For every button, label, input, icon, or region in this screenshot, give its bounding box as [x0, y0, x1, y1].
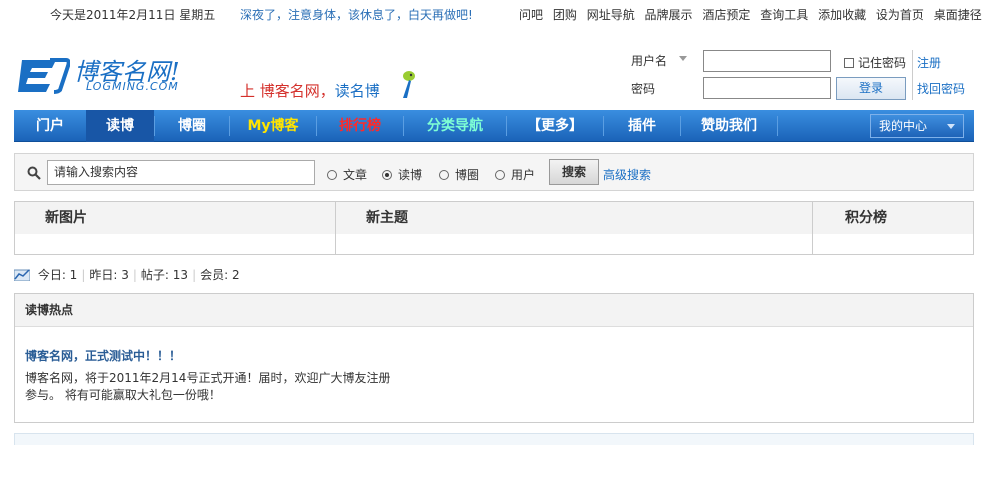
username-dropdown-icon[interactable] — [679, 56, 687, 61]
content-columns: 新图片 新主题 积分榜 — [14, 201, 974, 255]
search-option-label: 用户 — [511, 168, 536, 182]
nav-item-label: 读博 — [106, 118, 134, 134]
search-button[interactable]: 搜索 — [549, 159, 599, 185]
username-input[interactable] — [703, 50, 831, 72]
nav-item-label: 博圈 — [178, 118, 206, 134]
nav-item-category[interactable]: 分类导航 — [404, 110, 506, 142]
forgot-password-link[interactable]: 找回密码 — [917, 80, 965, 97]
login-divider — [912, 50, 913, 100]
site-stats: 今日: 1 | 昨日: 3 | 帖子: 13 | 会员: 2 — [14, 266, 240, 283]
search-option-article[interactable]: 文章 — [327, 166, 367, 183]
nav-item-more[interactable]: 【更多】 — [507, 110, 603, 142]
search-option-label: 文章 — [343, 168, 368, 182]
nav-item-my-blog[interactable]: My博客 — [230, 110, 316, 142]
bottom-panel — [14, 433, 974, 445]
top-link-tuangou[interactable]: 团购 — [553, 8, 577, 22]
header-tagline: 上 博客名网，读名博 — [240, 80, 380, 101]
hot-topics-panel: 读博热点 博客名网，正式测试中！！！ 博客名网，将于2011年2月14号正式开通… — [14, 293, 974, 423]
login-button[interactable]: 登录 — [836, 77, 906, 100]
nav-item-plugins[interactable]: 插件 — [604, 110, 680, 142]
stat-separator: | — [192, 268, 197, 282]
hot-topics-header: 读博热点 — [15, 294, 973, 327]
top-link-shoucang[interactable]: 添加收藏 — [818, 8, 866, 22]
nav-item-label: 门户 — [36, 118, 64, 134]
search-option-label: 读博 — [398, 168, 423, 182]
search-option-label: 博圈 — [455, 168, 480, 182]
radio-icon[interactable] — [495, 170, 505, 180]
stat-separator: | — [81, 268, 86, 282]
top-link-wenba[interactable]: 问吧 — [519, 8, 543, 22]
my-center-dropdown[interactable]: 我的中心 — [870, 114, 964, 138]
hot-body-line: 参与。 将有可能赢取大礼包一份哦！ — [25, 388, 221, 402]
nav-item-boquan[interactable]: 博圈 — [155, 110, 229, 142]
top-link-shouye[interactable]: 设为首页 — [876, 8, 924, 22]
tagline-prefix: 上 — [240, 82, 260, 100]
search-bar: 请输入搜索内容 文章 读博 博圈 用户 搜索 高级搜索 — [14, 153, 974, 191]
nav-item-portal[interactable]: 门户 — [14, 110, 86, 142]
search-option-dubo[interactable]: 读博 — [382, 166, 422, 183]
radio-selected-icon[interactable] — [382, 170, 392, 180]
password-input[interactable] — [703, 77, 831, 99]
chevron-down-icon — [947, 124, 955, 129]
nav-item-label: My博客 — [247, 118, 299, 134]
hot-topic-body: 博客名网，将于2011年2月14号正式开通！届时，欢迎广大博友注册 参与。 将有… — [25, 370, 405, 404]
remember-password-checkbox[interactable]: 记住密码 — [844, 54, 906, 71]
new-topics-header: 新主题 — [336, 202, 812, 234]
bird-icon — [403, 71, 415, 98]
top-link-zhuomian[interactable]: 桌面捷径 — [934, 8, 982, 22]
password-label: 密码 — [631, 82, 656, 96]
top-bar: 今天是2011年2月11日 星期五 深夜了，注意身体，该休息了，白天再做吧! 问… — [0, 0, 982, 26]
nav-item-label: 【更多】 — [527, 118, 583, 134]
top-link-pinpai[interactable]: 品牌展示 — [645, 8, 693, 22]
search-input[interactable]: 请输入搜索内容 — [47, 160, 315, 185]
my-center-label: 我的中心 — [879, 119, 928, 133]
radio-icon[interactable] — [439, 170, 449, 180]
top-links: 问吧 团购 网址导航 品牌展示 酒店预定 查询工具 添加收藏 设为首页 桌面捷径 — [519, 6, 982, 23]
logo-subtitle: LOGMING.COM — [86, 80, 179, 93]
new-images-header: 新图片 — [15, 202, 335, 234]
top-link-wangzhi[interactable]: 网址导航 — [587, 8, 635, 22]
stat-today: 今日: 1 — [37, 268, 78, 282]
checkbox-icon[interactable] — [844, 58, 854, 68]
site-logo[interactable]: 博客名网! LOGMING.COM — [16, 52, 196, 98]
stat-members: 会员: 2 — [200, 268, 240, 282]
stat-yesterday: 昨日: 3 — [89, 268, 129, 282]
search-icon — [27, 166, 41, 180]
stats-chart-icon — [14, 269, 30, 281]
logo-mark-icon — [18, 58, 70, 94]
top-link-chaxun[interactable]: 查询工具 — [760, 8, 808, 22]
stat-separator: | — [132, 268, 137, 282]
search-option-boquan[interactable]: 博圈 — [439, 166, 479, 183]
nav-item-sponsor[interactable]: 赞助我们 — [681, 110, 777, 142]
main-nav: 门户 读博 博圈 My博客 排行榜 分类导航 【更多】 插件 赞助我们 我的中心 — [14, 110, 974, 142]
tagline-red: 博客名网， — [259, 82, 335, 100]
nav-item-label: 赞助我们 — [701, 118, 757, 134]
nav-item-ranking[interactable]: 排行榜 — [317, 110, 403, 142]
nav-item-label: 插件 — [628, 118, 656, 134]
advanced-search-link[interactable]: 高级搜索 — [603, 166, 651, 183]
nav-item-dubo[interactable]: 读博 — [86, 110, 154, 142]
tagline-blue: 读名博 — [334, 82, 380, 100]
remember-label: 记住密码 — [858, 56, 907, 70]
radio-icon[interactable] — [327, 170, 337, 180]
hot-body-line: 博客名网，将于2011年2月14号正式开通！届时，欢迎广大博友注册 — [25, 371, 391, 385]
ranking-panel: 积分榜 — [813, 202, 973, 254]
new-topics-panel: 新主题 — [336, 202, 812, 254]
new-images-panel: 新图片 — [15, 202, 335, 254]
search-option-user[interactable]: 用户 — [495, 166, 535, 183]
nav-separator — [777, 116, 778, 136]
nav-item-label: 分类导航 — [427, 118, 483, 134]
current-date: 今天是2011年2月11日 星期五 — [50, 8, 216, 22]
stat-posts: 帖子: 13 — [140, 268, 189, 282]
hot-topic-title[interactable]: 博客名网，正式测试中！！！ — [25, 347, 181, 364]
register-link[interactable]: 注册 — [917, 54, 941, 71]
ranking-header: 积分榜 — [813, 202, 973, 234]
nav-item-label: 排行榜 — [339, 118, 381, 134]
username-label: 用户名 — [631, 54, 668, 68]
top-link-jiudian[interactable]: 酒店预定 — [702, 8, 750, 22]
slogan-text: 深夜了，注意身体，该休息了，白天再做吧! — [240, 8, 473, 22]
